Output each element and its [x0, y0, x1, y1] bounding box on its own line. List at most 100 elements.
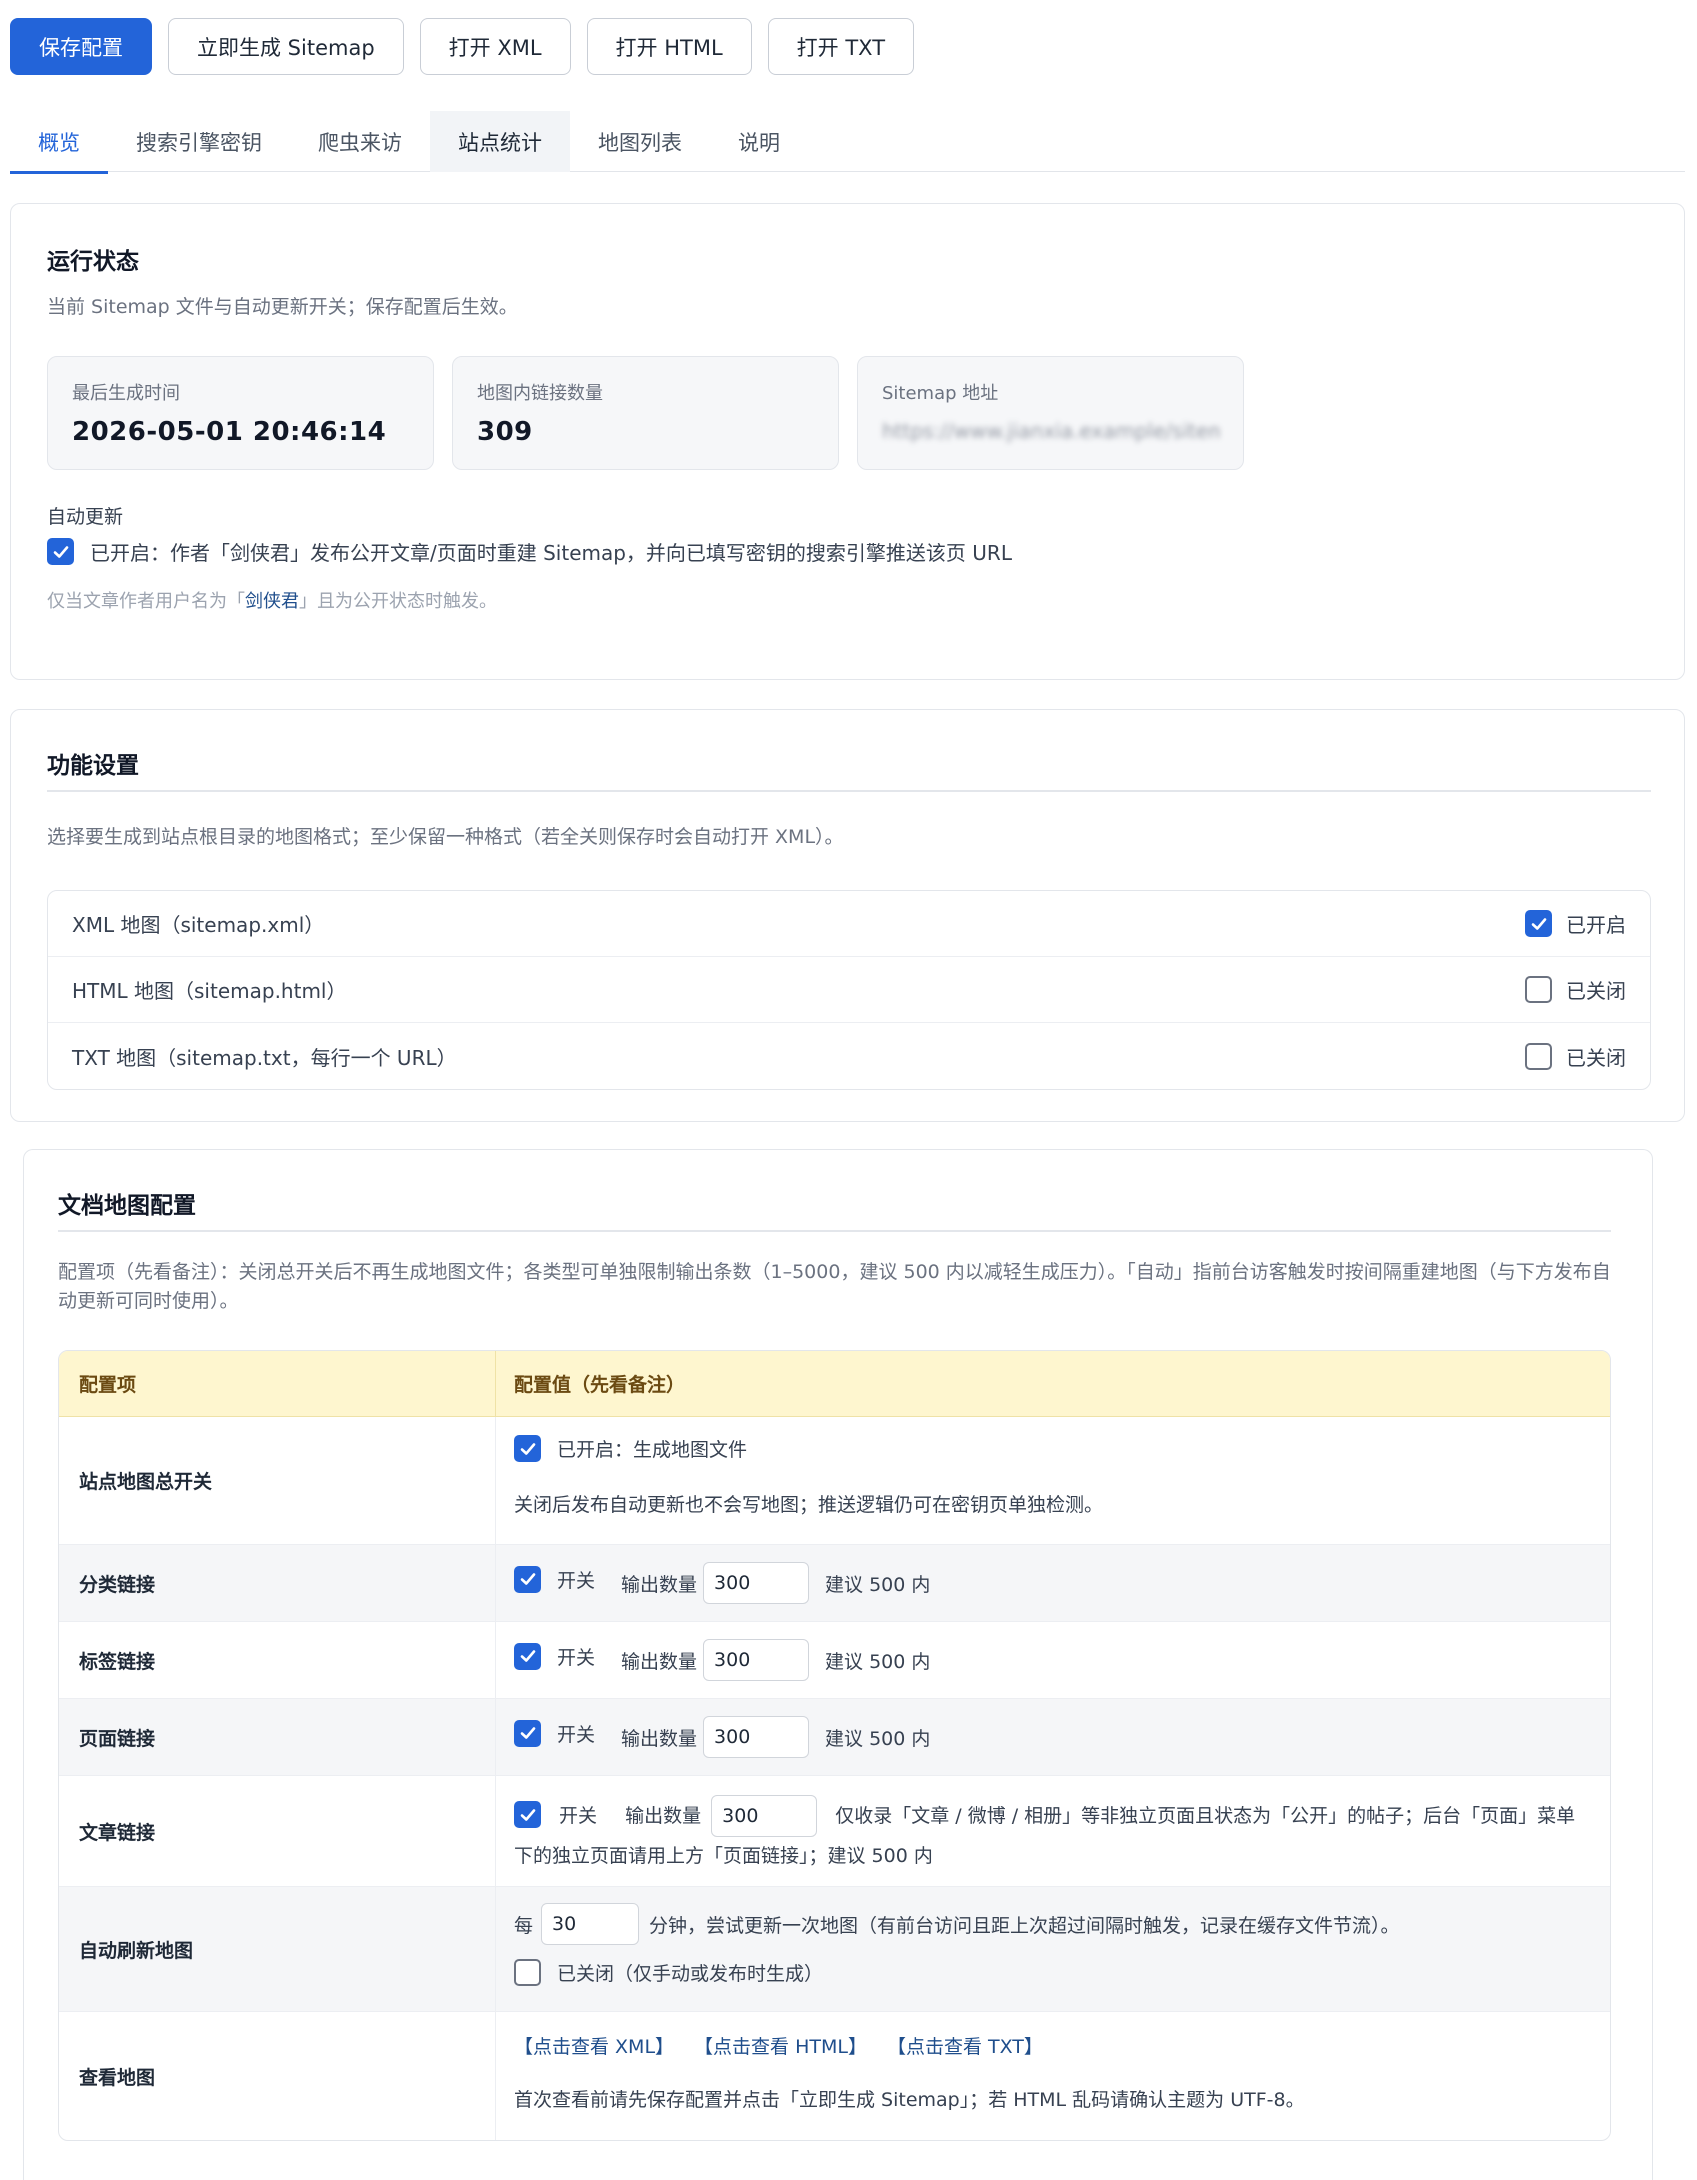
format-state: 已关闭 [1566, 1045, 1626, 1070]
docmap-config-card: 文档地图配置 配置项（先看备注）：关闭总开关后不再生成地图文件；各类型可单独限制… [23, 1149, 1653, 2180]
count-label: 输出数量 [621, 1573, 698, 1596]
link-count-label: 地图内链接数量 [477, 383, 603, 404]
page-count-input[interactable]: 300 [703, 1716, 810, 1758]
row-value: 开关 输出数量 300 建议 500 内 [496, 1545, 1610, 1621]
row-label: 分类链接 [59, 1545, 496, 1621]
save-config-button[interactable]: 保存配置 [10, 18, 152, 75]
row-value: 开关 输出数量 300 建议 500 内 [496, 1622, 1610, 1698]
sitemap-url-value: https://www.jianxia.example/sitemap.xml [882, 419, 1219, 443]
auto-update-text: 已开启：作者「剑侠君」发布公开文章/页面时重建 Sitemap，并向已填写密钥的… [90, 541, 1012, 565]
config-table-header: 配置项 配置值（先看备注） [59, 1351, 1610, 1417]
tab-search-engine-keys[interactable]: 搜索引擎密钥 [108, 111, 290, 172]
check-icon [520, 1573, 535, 1585]
suggest-text: 建议 500 内 [825, 1650, 931, 1673]
view-html-link[interactable]: 【点击查看 HTML】 [694, 2032, 867, 2059]
check-icon [520, 1442, 535, 1455]
tab-sitemap-list[interactable]: 地图列表 [570, 111, 710, 172]
html-format-checkbox[interactable] [1525, 976, 1552, 1003]
row-label: 查看地图 [59, 2012, 496, 2140]
tab-crawler-visits[interactable]: 爬虫来访 [290, 111, 430, 172]
category-switch-checkbox[interactable] [514, 1565, 541, 1593]
row-value: 开关 输出数量 300 建议 500 内 [496, 1699, 1610, 1775]
table-row-view: 查看地图 【点击查看 XML】 【点击查看 HTML】 【点击查看 TXT】 首… [59, 2012, 1610, 2140]
note-author: 剑侠君 [245, 591, 299, 612]
open-xml-button[interactable]: 打开 XML [419, 18, 571, 75]
tab-overview[interactable]: 概览 [10, 111, 108, 174]
row-label: 站点地图总开关 [59, 1417, 496, 1544]
txt-format-checkbox[interactable] [1525, 1042, 1552, 1070]
post-switch-checkbox[interactable] [514, 1801, 541, 1828]
status-card: 运行状态 当前 Sitemap 文件与自动更新开关；保存配置后生效。 最后生成时… [10, 203, 1685, 680]
post-count-input[interactable]: 300 [711, 1795, 818, 1837]
generate-sitemap-button[interactable]: 立即生成 Sitemap [168, 18, 404, 75]
auto-update-note: 仅当文章作者用户名为「剑侠君」且为公开状态时触发。 [47, 587, 497, 613]
xml-format-checkbox[interactable] [1525, 910, 1552, 937]
row-value: 每 30 分钟，尝试更新一次地图（有前台访问且距上次超过间隔时触发，记录在缓存文… [496, 1887, 1610, 2011]
view-xml-link[interactable]: 【点击查看 XML】 [514, 2032, 674, 2059]
suggest-text: 建议 500 内 [825, 1727, 931, 1750]
count-label: 输出数量 [621, 1727, 698, 1750]
category-count-input[interactable]: 300 [703, 1562, 810, 1604]
master-switch-checkbox[interactable] [514, 1435, 541, 1462]
row-label: 标签链接 [59, 1622, 496, 1698]
tab-site-stats[interactable]: 站点统计 [430, 111, 570, 172]
check-icon [1531, 917, 1546, 930]
table-row-page: 页面链接 开关 输出数量 300 建议 500 内 [59, 1699, 1610, 1776]
table-row-category: 分类链接 开关 输出数量 300 建议 500 内 [59, 1545, 1610, 1622]
open-html-button[interactable]: 打开 HTML [586, 18, 752, 75]
auto-minutes-input[interactable]: 30 [541, 1903, 640, 1945]
row-label: 页面链接 [59, 1699, 496, 1775]
link-count-stat: 地图内链接数量 309 [452, 356, 839, 470]
feature-settings-card: 功能设置 选择要生成到站点根目录的地图格式；至少保留一种格式（若全关则保存时会自… [10, 709, 1685, 1122]
format-row-html: HTML 地图（sitemap.html） 已关闭 [48, 957, 1650, 1023]
check-icon [53, 545, 68, 558]
status-title: 运行状态 [47, 249, 139, 275]
status-subtitle: 当前 Sitemap 文件与自动更新开关；保存配置后生效。 [47, 296, 518, 318]
tag-count-input[interactable]: 300 [703, 1639, 810, 1681]
view-note: 首次查看前请先保存配置并点击「立即生成 Sitemap」；若 HTML 乱码请确… [514, 2089, 1305, 2111]
row-label: 自动刷新地图 [59, 1887, 496, 2011]
last-generated-stat: 最后生成时间 2026-05-01 20:46:14 [47, 356, 434, 470]
table-row-master: 站点地图总开关 已开启：生成地图文件 关闭后发布自动更新也不会写地图；推送逻辑仍… [59, 1417, 1610, 1545]
auto-update-checkbox[interactable] [47, 538, 74, 565]
tab-help[interactable]: 说明 [710, 111, 808, 172]
page-switch-checkbox[interactable] [514, 1719, 541, 1747]
last-generated-value: 2026-05-01 20:46:14 [72, 417, 387, 447]
check-icon [520, 1808, 535, 1821]
check-icon [520, 1727, 535, 1739]
sitemap-url-label: Sitemap 地址 [882, 383, 999, 404]
format-label: HTML 地图（sitemap.html） [72, 979, 347, 1003]
format-label: TXT 地图（sitemap.txt，每行一个 URL） [72, 1045, 457, 1070]
check-icon [520, 1650, 535, 1662]
feature-settings-desc: 选择要生成到站点根目录的地图格式；至少保留一种格式（若全关则保存时会自动打开 X… [47, 826, 844, 848]
row-label: 文章链接 [59, 1776, 496, 1886]
docmap-desc: 配置项（先看备注）：关闭总开关后不再生成地图文件；各类型可单独限制输出条数（1–… [58, 1261, 1611, 1312]
open-txt-button[interactable]: 打开 TXT [767, 18, 915, 75]
switch-label: 开关 [557, 1723, 596, 1746]
table-row-post: 文章链接 开关 输出数量 300 仅收录「文章 / 微博 / 相册」等非独立页面… [59, 1776, 1610, 1887]
auto-refresh-checkbox[interactable] [514, 1959, 541, 1986]
format-row-xml: XML 地图（sitemap.xml） 已开启 [48, 891, 1650, 957]
auto-update-row: 已开启：作者「剑侠君」发布公开文章/页面时重建 Sitemap，并向已填写密钥的… [47, 537, 1012, 566]
auto-prefix: 每 [514, 1914, 534, 1937]
tab-bar: 概览 搜索引擎密钥 爬虫来访 站点统计 地图列表 说明 [10, 111, 1685, 174]
feature-settings-divider [47, 790, 1651, 792]
tag-switch-checkbox[interactable] [514, 1642, 541, 1670]
switch-label: 开关 [559, 1804, 598, 1827]
row-value: 开关 输出数量 300 仅收录「文章 / 微博 / 相册」等非独立页面且状态为「… [496, 1776, 1610, 1886]
row-value: 【点击查看 XML】 【点击查看 HTML】 【点击查看 TXT】 首次查看前请… [496, 2012, 1610, 2140]
suggest-text: 建议 500 内 [825, 1573, 931, 1596]
format-row-txt: TXT 地图（sitemap.txt，每行一个 URL） 已关闭 [48, 1023, 1650, 1089]
format-state: 已开启 [1566, 913, 1626, 937]
view-txt-link[interactable]: 【点击查看 TXT】 [887, 2032, 1043, 2059]
link-count-value: 309 [477, 417, 533, 447]
sitemap-url-stat: Sitemap 地址 https://www.jianxia.example/s… [857, 356, 1244, 470]
row-value: 已开启：生成地图文件 关闭后发布自动更新也不会写地图；推送逻辑仍可在密钥页单独检… [496, 1417, 1610, 1544]
auto-suffix: 分钟，尝试更新一次地图（有前台访问且距上次超过间隔时触发，记录在缓存文件节流）。 [649, 1914, 1400, 1937]
toolbar: 保存配置 立即生成 Sitemap 打开 XML 打开 HTML 打开 TXT [10, 18, 915, 75]
feature-settings-title: 功能设置 [47, 753, 139, 779]
docmap-divider [58, 1230, 1611, 1232]
count-label: 输出数量 [625, 1804, 702, 1827]
header-value: 配置值（先看备注） [514, 1374, 686, 1396]
format-label: XML 地图（sitemap.xml） [72, 913, 325, 937]
